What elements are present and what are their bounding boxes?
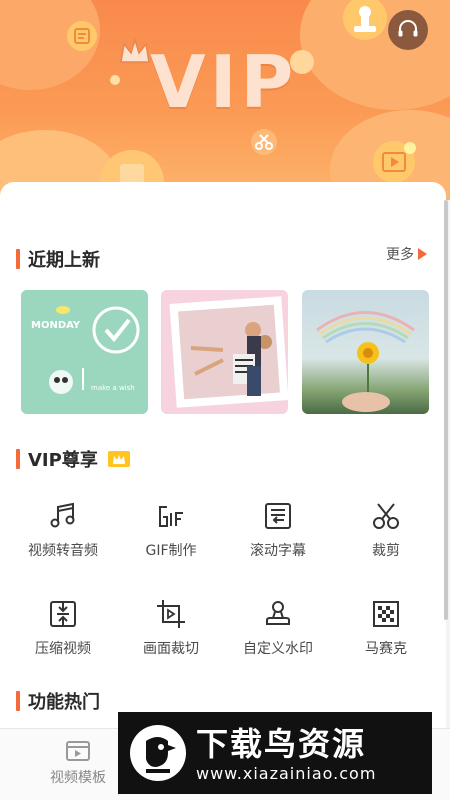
gif-icon bbox=[159, 506, 183, 527]
tool-frame-crop[interactable]: 画面裁切 bbox=[121, 598, 221, 658]
stamp-icon bbox=[266, 601, 290, 625]
section-header-hot: 功能热门 bbox=[16, 688, 100, 714]
tool-label: 视频转音频 bbox=[28, 543, 98, 559]
video-template-icon bbox=[66, 741, 90, 761]
template-thumbnail-rainbow[interactable] bbox=[302, 290, 429, 414]
crop-icon bbox=[157, 600, 185, 628]
document-icon bbox=[67, 21, 97, 51]
section-title-recent: 近期上新 bbox=[28, 250, 100, 271]
crown-icon bbox=[112, 454, 125, 464]
triangle-right-icon bbox=[418, 248, 427, 260]
couple-photo-illustration bbox=[169, 296, 288, 408]
tool-label: 裁剪 bbox=[372, 543, 400, 559]
tool-custom-watermark[interactable]: 自定义水印 bbox=[228, 598, 328, 658]
scissors-icon bbox=[251, 129, 277, 155]
rainbow-flower-illustration bbox=[316, 311, 415, 412]
tool-label: 马赛克 bbox=[365, 641, 407, 657]
tool-compress-video[interactable]: 压缩视频 bbox=[13, 598, 113, 658]
nav-item-video-templates[interactable]: 视频模板 bbox=[50, 739, 106, 787]
template-thumbnail-couple[interactable] bbox=[161, 290, 288, 414]
monday-sticker-text: MONDAY bbox=[31, 320, 81, 331]
section-title-hot: 功能热门 bbox=[28, 692, 100, 713]
tool-cut[interactable]: 裁剪 bbox=[336, 500, 436, 560]
stamp-icon bbox=[343, 0, 387, 40]
video-icon bbox=[373, 141, 416, 183]
scrollbar[interactable] bbox=[444, 200, 448, 620]
tool-label: 滚动字幕 bbox=[250, 543, 306, 559]
template-thumbnail-monday[interactable]: make a wish MONDAY bbox=[21, 290, 148, 414]
vip-banner: VIP bbox=[0, 0, 450, 200]
more-label: 更多 bbox=[386, 247, 414, 263]
headset-icon bbox=[398, 20, 418, 37]
tool-label: 压缩视频 bbox=[35, 641, 91, 657]
banner-bubble bbox=[110, 75, 120, 85]
tool-label: 自定义水印 bbox=[243, 641, 313, 657]
monday-illustration: make a wish bbox=[49, 306, 140, 394]
bird-logo-icon bbox=[130, 725, 186, 781]
banner-title: VIP bbox=[150, 40, 298, 124]
tool-mosaic[interactable]: 马赛克 bbox=[336, 598, 436, 658]
section-accent-bar bbox=[16, 249, 20, 269]
section-title-vip: VIP尊享 bbox=[28, 450, 98, 471]
watermark-brand: 下载鸟资源 bbox=[196, 724, 367, 763]
tool-scroll-subtitle[interactable]: 滚动字幕 bbox=[228, 500, 328, 560]
vip-badge bbox=[107, 451, 130, 467]
scroll-subtitle-icon bbox=[265, 503, 291, 529]
compress-icon bbox=[50, 601, 76, 627]
crown-icon bbox=[120, 38, 150, 63]
tool-gif-maker[interactable]: GIF制作 bbox=[121, 500, 221, 560]
more-link[interactable]: 更多 bbox=[386, 244, 427, 264]
tool-label: GIF制作 bbox=[145, 543, 197, 559]
nav-label: 视频模板 bbox=[50, 770, 106, 786]
svg-text:make a wish: make a wish bbox=[91, 384, 135, 392]
customer-service-button[interactable] bbox=[388, 10, 428, 50]
mosaic-icon bbox=[373, 601, 399, 627]
site-watermark: 下载鸟资源 www.xiazainiao.com bbox=[118, 712, 432, 794]
watermark-url: www.xiazainiao.com bbox=[196, 763, 377, 783]
section-accent-bar bbox=[16, 449, 20, 469]
scissors-icon bbox=[373, 503, 399, 529]
section-accent-bar bbox=[16, 691, 20, 711]
music-note-icon bbox=[50, 502, 75, 528]
tool-video-to-audio[interactable]: 视频转音频 bbox=[13, 500, 113, 560]
section-header-vip: VIP尊享 bbox=[16, 446, 130, 472]
section-header-recent: 近期上新 bbox=[16, 246, 100, 272]
tool-label: 画面裁切 bbox=[143, 641, 199, 657]
